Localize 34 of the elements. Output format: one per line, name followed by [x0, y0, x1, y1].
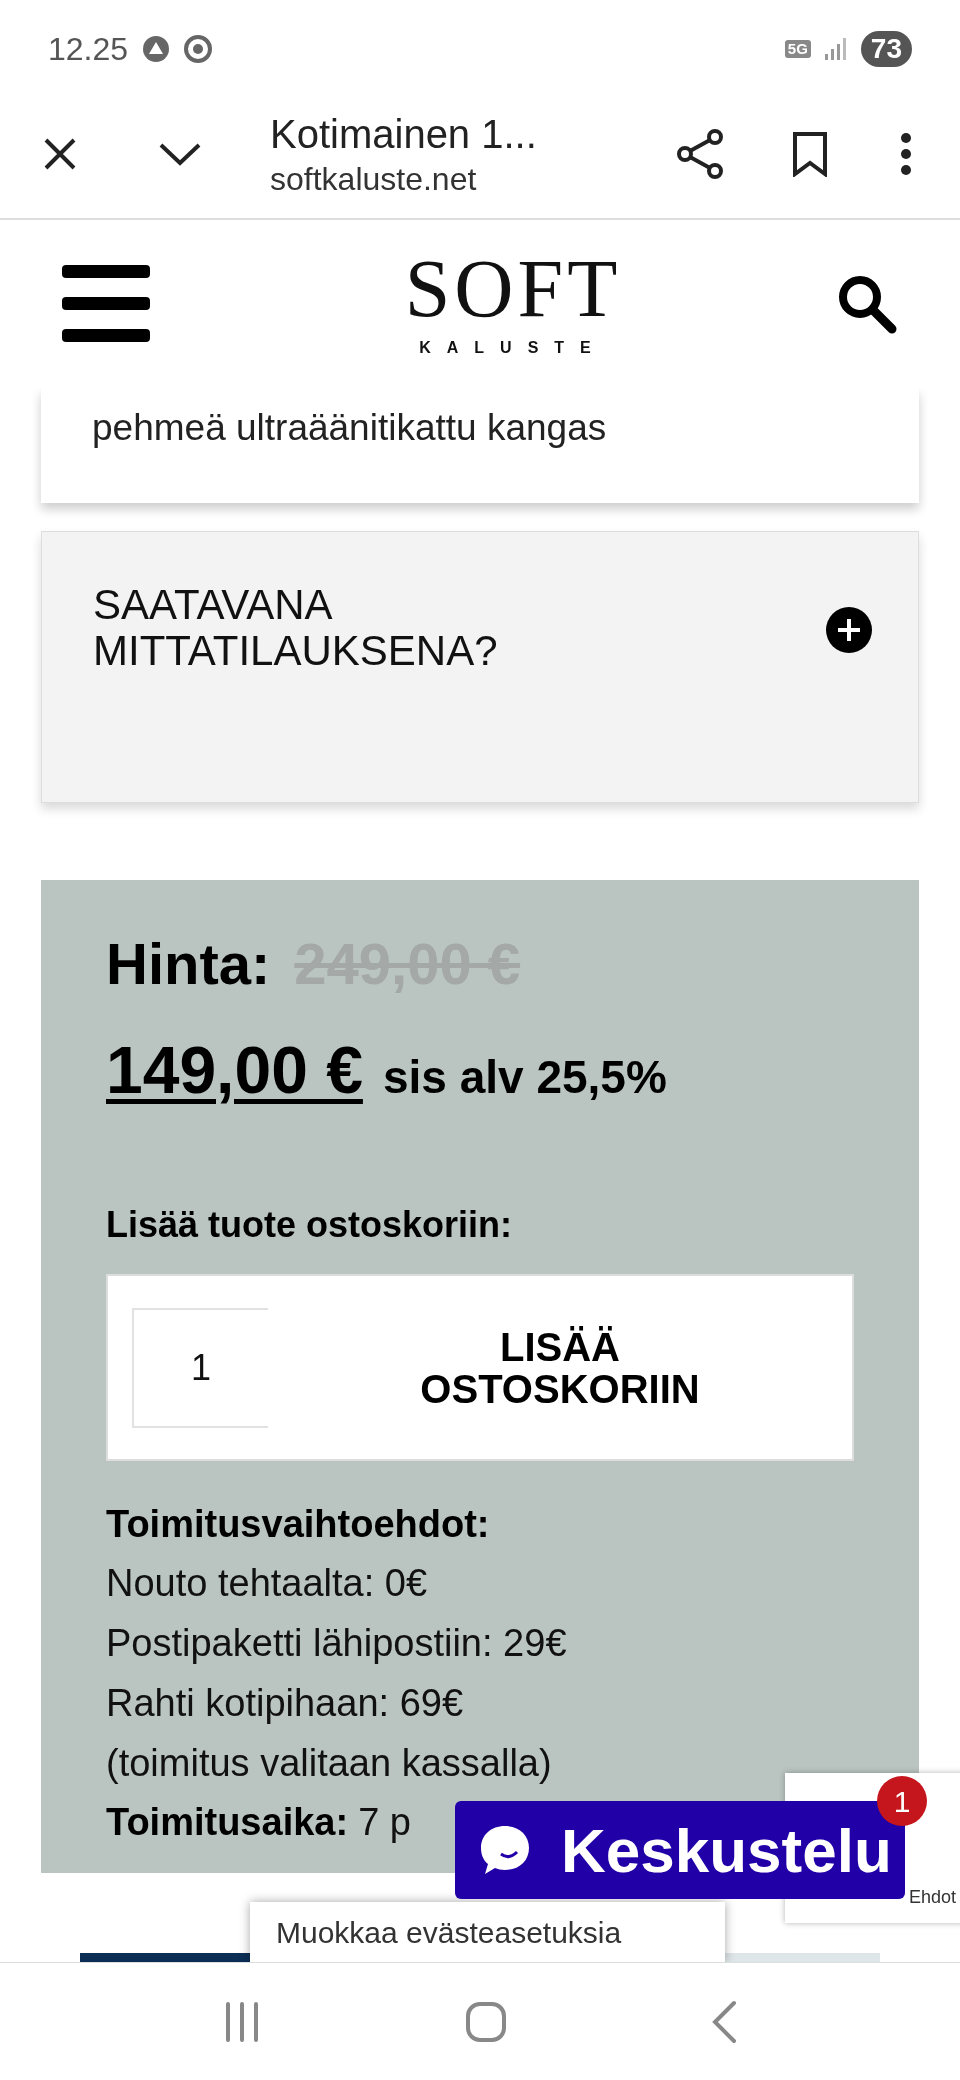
price-label: Hinta: [106, 930, 271, 998]
page-url: softkaluste.net [270, 160, 478, 199]
network-type: 5G [784, 39, 811, 59]
accordion-panel[interactable]: SAATAVANA MITTATILAUKSENA? [41, 531, 919, 803]
delivery-option: Postipaketti lähipostiin: 29€ [106, 1613, 854, 1673]
delivery-title: Toimitusvaihtoehdot: [106, 1502, 491, 1547]
add-to-cart-button[interactable]: LISÄÄ OSTOSKORIIN [268, 1325, 852, 1410]
chat-bubble-icon [479, 1824, 531, 1876]
delivery-option: (toimitus valitaan kassalla) [106, 1733, 854, 1793]
app-notification-icon [142, 35, 171, 63]
quantity-field[interactable]: 1 [132, 1307, 268, 1428]
accordion-title: SAATAVANA MITTATILAUKSENA? [93, 582, 499, 674]
current-price: 149,00 € [106, 1032, 363, 1109]
back-icon[interactable] [710, 1999, 739, 2044]
add-to-cart-label: Lisää tuote ostoskoriin: [106, 1203, 514, 1247]
share-icon[interactable] [676, 129, 724, 179]
page-title: Kotimainen 1... [270, 111, 538, 158]
bookmark-icon[interactable] [792, 131, 828, 177]
search-icon[interactable] [836, 273, 898, 335]
more-icon[interactable] [900, 132, 912, 176]
tax-note: sis alv 25,5% [382, 1050, 667, 1105]
delivery-option: Nouto tehtaalta: 0€ [106, 1553, 854, 1613]
recaptcha-terms-link[interactable]: Ehdot [909, 1884, 957, 1911]
signal-icon [822, 36, 849, 62]
delivery-time-value: 7 p [358, 1800, 411, 1845]
delivery-option: Rahti kotipihaan: 69€ [106, 1673, 854, 1733]
cookie-settings-button[interactable]: Muokkaa evästeasetuksia [250, 1902, 725, 1962]
menu-icon[interactable] [62, 265, 150, 343]
feature-text: pehmeä ultraäänitikattu kangas [92, 406, 607, 450]
battery-level: 73 [860, 31, 912, 67]
home-icon[interactable] [465, 2000, 507, 2043]
status-time: 12.25 [48, 30, 129, 69]
site-logo[interactable]: SOFT KALUSTE [404, 248, 622, 360]
delivery-time-label: Toimitusaika: [106, 1800, 349, 1845]
